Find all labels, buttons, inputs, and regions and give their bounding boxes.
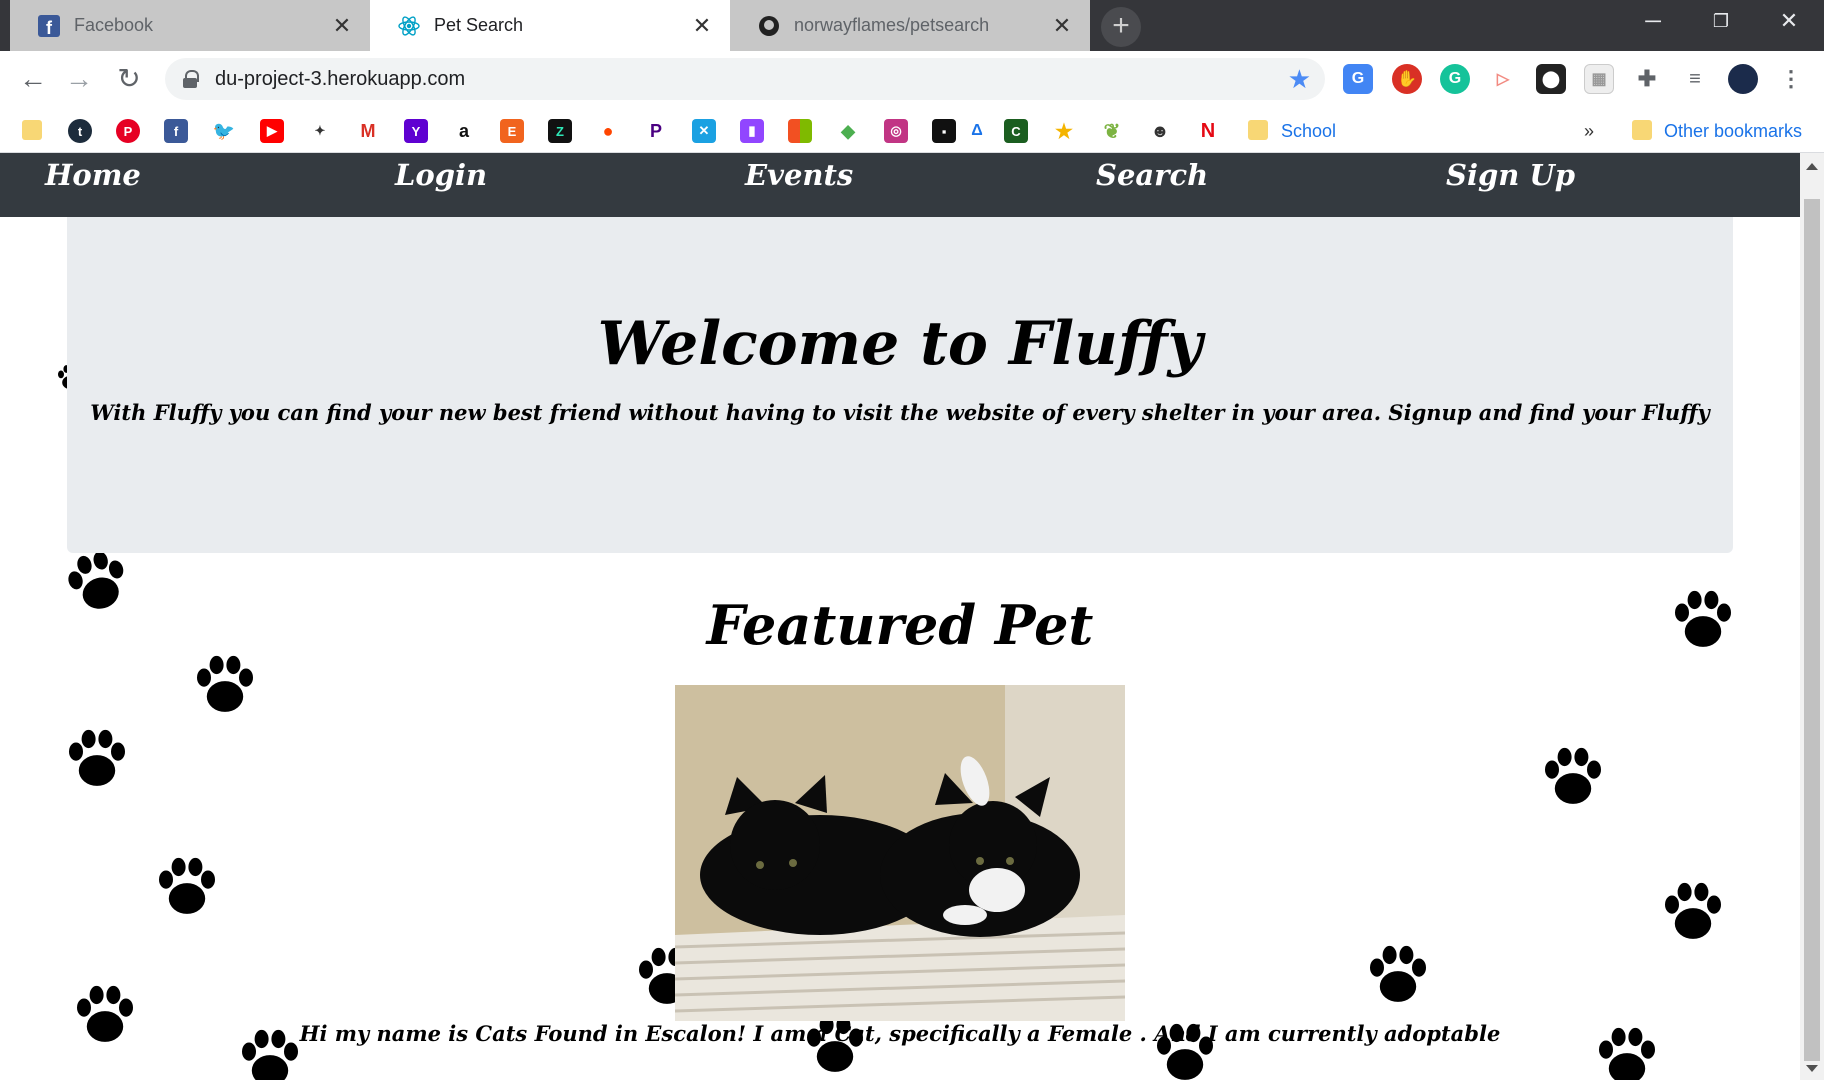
other-bookmarks[interactable]: Other bookmarks: [1664, 121, 1802, 142]
twitch-icon[interactable]: ▮: [740, 119, 764, 143]
site-navbar: Home Login Events Search Sign Up: [0, 153, 1800, 217]
paw-print-icon: [1538, 743, 1608, 813]
tab-title: norwayflames/petsearch: [794, 15, 990, 35]
svg-text:f: f: [46, 18, 53, 37]
page-title: Welcome to Fluffy: [597, 309, 1203, 379]
bookmarks-bar: t P f 🐦 ▶ ✦ M Y a E Z ● P ✕ ▮ ◆ ◎ ▪ Δ C …: [0, 109, 1824, 153]
bookmarks-overflow[interactable]: »: [1584, 121, 1594, 142]
nav-home[interactable]: Home: [45, 158, 141, 192]
star-icon[interactable]: ★: [1052, 119, 1076, 143]
leaf-icon[interactable]: ❦: [1100, 119, 1124, 143]
menu-kebab-icon[interactable]: ⋮: [1776, 64, 1806, 94]
back-button[interactable]: ←: [18, 65, 48, 95]
grammarly-icon[interactable]: G: [1440, 64, 1470, 94]
nav-events[interactable]: Events: [745, 158, 853, 192]
bookmark-icon[interactable]: C: [1004, 119, 1028, 143]
welcome-subtitle: With Fluffy you can find your new best f…: [90, 400, 1710, 425]
scrollbar-thumb[interactable]: [1804, 199, 1820, 1061]
microsoft-icon[interactable]: [788, 119, 812, 143]
pinterest-icon[interactable]: P: [116, 119, 140, 143]
reload-button[interactable]: ↻: [114, 65, 144, 95]
url-text: du-project-3.herokuapp.com: [215, 67, 466, 90]
netflix-icon[interactable]: N: [1196, 119, 1220, 143]
patreon-icon[interactable]: P: [644, 119, 668, 143]
media-controls-icon[interactable]: ≡: [1680, 64, 1710, 94]
welcome-jumbotron: Welcome to Fluffy With Fluffy you can fi…: [67, 217, 1733, 553]
tab-facebook[interactable]: f Facebook ✕: [10, 0, 370, 51]
reddit-icon[interactable]: ●: [596, 119, 620, 143]
page-scrollbar[interactable]: [1800, 153, 1824, 1080]
new-tab-button[interactable]: +: [1101, 7, 1141, 47]
github-icon: [758, 15, 780, 37]
instagram-icon[interactable]: ◎: [884, 119, 908, 143]
paw-print-icon: [190, 651, 260, 721]
tab-github[interactable]: norwayflames/petsearch ✕: [730, 0, 1090, 51]
paw-print-icon: [1658, 878, 1728, 948]
close-window-button[interactable]: ✕: [1756, 0, 1822, 44]
forward-button[interactable]: →: [64, 65, 94, 95]
folder-icon[interactable]: [1248, 120, 1268, 140]
tab-title: Facebook: [74, 15, 154, 35]
restore-button[interactable]: ❐: [1688, 0, 1754, 44]
tumblr-icon[interactable]: t: [68, 119, 92, 143]
page: Home Login Events Search Sign Up Welcome…: [0, 153, 1800, 1080]
tab-strip: f Facebook ✕ Pet Search ✕ norwayflames/p…: [0, 0, 1824, 51]
yahoo-icon[interactable]: Y: [404, 119, 428, 143]
bookmark-school[interactable]: School: [1281, 121, 1336, 142]
extensions-puzzle-icon[interactable]: ✚: [1632, 64, 1662, 94]
paw-print-icon: [62, 725, 132, 795]
nav-login[interactable]: Login: [395, 158, 487, 192]
gmail-icon[interactable]: M: [356, 119, 380, 143]
extension-icon[interactable]: ▦: [1584, 64, 1614, 94]
react-icon: [398, 15, 420, 37]
youtube-icon[interactable]: ▶: [260, 119, 284, 143]
adblock-icon[interactable]: ✋: [1392, 64, 1422, 94]
facebook-icon: f: [38, 14, 60, 37]
face-icon[interactable]: ☻: [1148, 119, 1172, 143]
close-icon[interactable]: ✕: [690, 13, 714, 39]
nav-sign-up[interactable]: Sign Up: [1446, 158, 1575, 192]
lock-icon: [183, 70, 199, 88]
tab-title: Pet Search: [434, 15, 524, 35]
tab-pet-search[interactable]: Pet Search ✕: [370, 0, 730, 51]
avatar[interactable]: [1728, 64, 1758, 94]
bookmark-icon[interactable]: ▪: [932, 119, 956, 143]
zillow-icon[interactable]: Z: [548, 119, 572, 143]
google-translate-icon[interactable]: G: [1343, 64, 1373, 94]
close-icon[interactable]: ✕: [1050, 13, 1074, 39]
github-extension-icon[interactable]: ⬤: [1536, 64, 1566, 94]
folder-icon[interactable]: [22, 120, 42, 140]
nav-search[interactable]: Search: [1096, 158, 1208, 192]
amazon-icon[interactable]: a: [452, 119, 476, 143]
paw-print-icon: [1363, 941, 1433, 1011]
bookmark-star-icon[interactable]: ★: [1288, 64, 1311, 95]
featured-pet-heading: Featured Pet: [706, 593, 1094, 657]
facebook-icon[interactable]: f: [164, 119, 188, 143]
close-icon[interactable]: ✕: [330, 13, 354, 39]
scroll-down-arrow-icon[interactable]: [1806, 1065, 1818, 1072]
cast-icon[interactable]: ▷: [1488, 64, 1518, 94]
scroll-up-arrow-icon[interactable]: [1806, 163, 1818, 170]
folder-icon[interactable]: [1632, 120, 1652, 140]
twitter-icon[interactable]: 🐦: [212, 119, 236, 143]
magic-wand-icon[interactable]: ✦: [308, 119, 332, 143]
duolingo-icon[interactable]: ◆: [836, 119, 860, 143]
skype-icon[interactable]: ✕: [692, 119, 716, 143]
etsy-icon[interactable]: E: [500, 119, 524, 143]
paw-print-icon: [152, 853, 222, 923]
featured-pet-photo[interactable]: [675, 685, 1125, 1021]
featured-pet-caption: Hi my name is Cats Found in Escalon! I a…: [299, 1021, 1501, 1046]
browser-toolbar: ← → ↻ du-project-3.herokuapp.com ★ G ✋ G…: [0, 51, 1824, 109]
minimize-button[interactable]: ─: [1620, 0, 1686, 44]
address-bar[interactable]: du-project-3.herokuapp.com ★: [165, 58, 1325, 100]
delta-icon[interactable]: Δ: [965, 119, 989, 143]
